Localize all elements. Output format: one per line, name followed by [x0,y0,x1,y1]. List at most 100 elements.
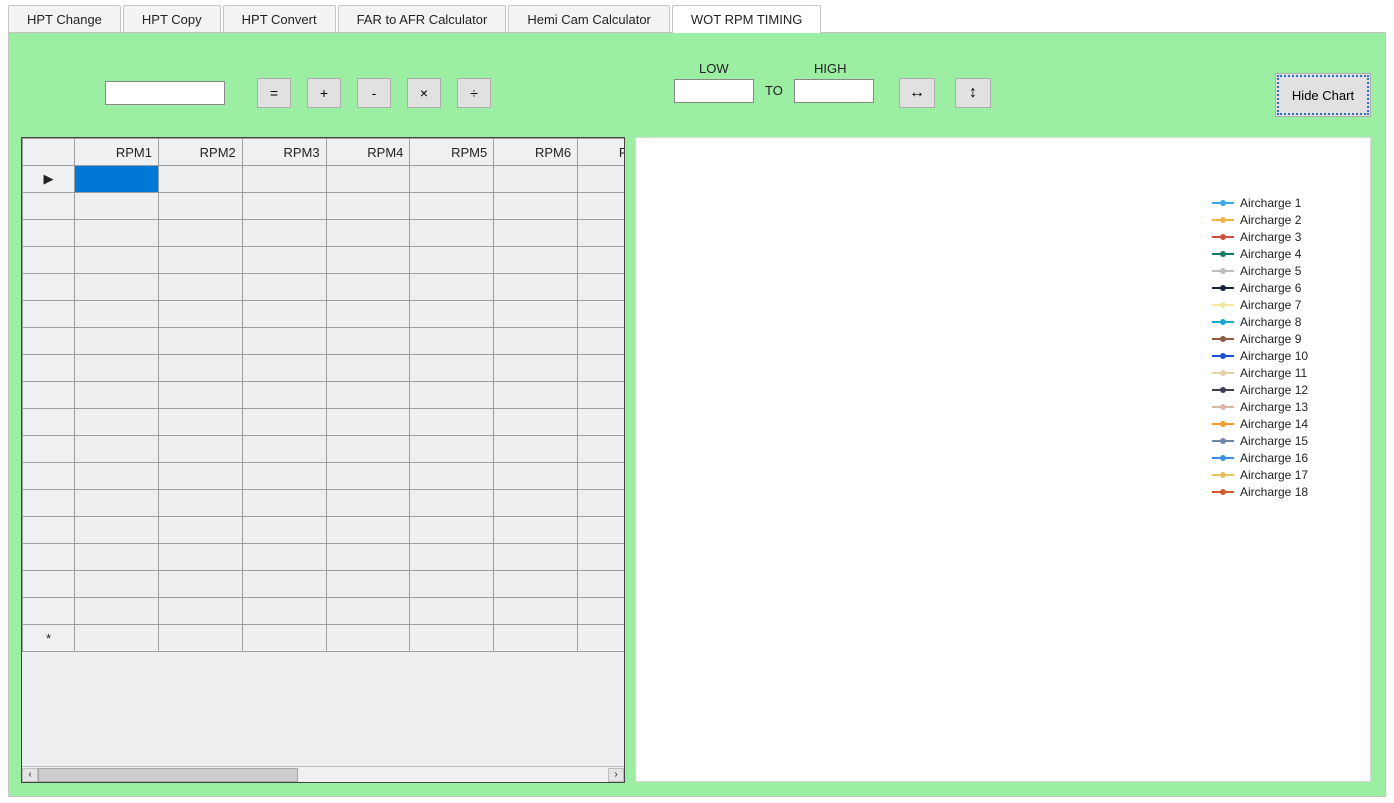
column-header-rpm3[interactable]: RPM3 [242,139,326,166]
grid-cell[interactable] [75,220,159,247]
grid-cell[interactable] [494,274,578,301]
grid-cell[interactable] [494,382,578,409]
grid-cell[interactable] [326,355,410,382]
grid-cell[interactable] [75,490,159,517]
interpolate-vertical-button[interactable]: ↕ [955,78,991,108]
grid-cell[interactable] [158,220,242,247]
scrollbar-track[interactable] [38,768,608,782]
grid-cell[interactable] [158,571,242,598]
grid-cell[interactable] [410,382,494,409]
legend-item[interactable]: Aircharge 13 [1212,398,1356,415]
grid-cell[interactable] [578,517,624,544]
grid-cell[interactable] [494,193,578,220]
legend-item[interactable]: Aircharge 7 [1212,296,1356,313]
grid-cell[interactable] [242,598,326,625]
grid-cell[interactable] [242,247,326,274]
grid-cell[interactable] [494,247,578,274]
grid-cell[interactable] [242,409,326,436]
column-header-rpm1[interactable]: RPM1 [75,139,159,166]
grid-cell[interactable] [410,301,494,328]
grid-cell[interactable] [75,274,159,301]
grid-cell[interactable] [242,355,326,382]
grid-cell[interactable] [326,409,410,436]
grid-cell[interactable] [326,490,410,517]
grid-cell[interactable] [242,517,326,544]
row-header[interactable] [23,247,75,274]
table-row-new[interactable]: * [23,625,625,652]
grid-cell[interactable] [410,490,494,517]
grid-cell[interactable] [578,436,624,463]
table-row[interactable] [23,220,625,247]
legend-item[interactable]: Aircharge 2 [1212,211,1356,228]
row-header[interactable] [23,274,75,301]
grid-cell[interactable] [158,517,242,544]
add-button[interactable]: + [307,78,341,108]
grid-cell[interactable] [494,598,578,625]
grid-cell[interactable] [578,166,624,193]
row-header[interactable] [23,382,75,409]
table-row[interactable] [23,436,625,463]
legend-item[interactable]: Aircharge 10 [1212,347,1356,364]
table-row[interactable] [23,598,625,625]
legend-item[interactable]: Aircharge 1 [1212,194,1356,211]
grid-cell[interactable] [158,544,242,571]
divide-button[interactable]: ÷ [457,78,491,108]
grid-cell[interactable] [410,625,494,652]
grid-cell[interactable] [158,409,242,436]
grid-cell[interactable] [242,436,326,463]
legend-item[interactable]: Aircharge 12 [1212,381,1356,398]
grid-cell[interactable] [410,517,494,544]
grid-cell[interactable] [75,409,159,436]
grid-cell[interactable] [242,328,326,355]
row-header[interactable] [23,193,75,220]
table-row[interactable] [23,409,625,436]
tab-hemi-cam-calculator[interactable]: Hemi Cam Calculator [508,5,670,33]
scroll-right-icon[interactable]: › [608,768,624,782]
legend-item[interactable]: Aircharge 15 [1212,432,1356,449]
grid-cell[interactable] [75,571,159,598]
grid-cell[interactable] [410,193,494,220]
grid-cell[interactable] [158,490,242,517]
row-header[interactable] [23,544,75,571]
grid-cell[interactable] [242,625,326,652]
row-header[interactable] [23,328,75,355]
grid-cell[interactable] [75,544,159,571]
grid-cell[interactable] [326,166,410,193]
legend-item[interactable]: Aircharge 18 [1212,483,1356,500]
grid-cell[interactable] [326,193,410,220]
grid-cell[interactable] [75,517,159,544]
grid-cell[interactable] [75,598,159,625]
table-row[interactable] [23,355,625,382]
column-header-rpm4[interactable]: RPM4 [326,139,410,166]
table-row[interactable] [23,301,625,328]
row-header[interactable] [23,598,75,625]
row-header[interactable] [23,571,75,598]
grid-cell[interactable] [158,193,242,220]
column-header-rpm5[interactable]: RPM5 [410,139,494,166]
grid-cell[interactable] [410,247,494,274]
grid-cell[interactable] [158,301,242,328]
grid-cell[interactable] [158,355,242,382]
legend-item[interactable]: Aircharge 3 [1212,228,1356,245]
grid-cell[interactable] [410,274,494,301]
table-row[interactable] [23,463,625,490]
grid-cell[interactable] [494,517,578,544]
grid-cell[interactable] [494,301,578,328]
row-header[interactable]: ▶ [23,166,75,193]
grid-cell[interactable] [326,571,410,598]
multiply-button[interactable]: × [407,78,441,108]
column-header-rpm6[interactable]: RPM6 [494,139,578,166]
grid-cell[interactable] [326,544,410,571]
grid-cell[interactable] [75,301,159,328]
row-header[interactable] [23,490,75,517]
legend-item[interactable]: Aircharge 16 [1212,449,1356,466]
grid-cell[interactable] [242,463,326,490]
grid-cell[interactable] [494,571,578,598]
tab-far-to-afr-calculator[interactable]: FAR to AFR Calculator [338,5,507,33]
grid-cell[interactable] [494,436,578,463]
grid-cell[interactable] [410,571,494,598]
grid-cell[interactable] [326,220,410,247]
grid-cell[interactable] [494,544,578,571]
grid-cell[interactable] [410,544,494,571]
grid-cell[interactable] [75,193,159,220]
